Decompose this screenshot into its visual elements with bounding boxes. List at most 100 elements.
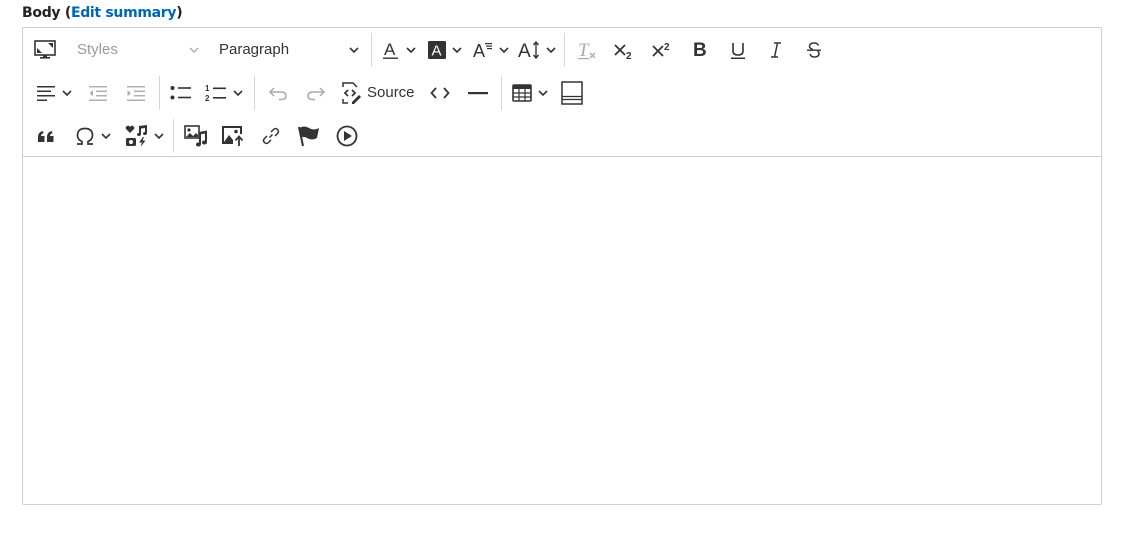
fullscreen-icon: [34, 39, 56, 60]
editor-toolbar: Styles Paragraph A A A A T 2 2 B 1 2 Sou…: [23, 28, 1101, 157]
page-break-icon: [560, 80, 583, 105]
strikethrough-icon: [805, 40, 823, 60]
svg-text:A: A: [473, 41, 485, 59]
table-button[interactable]: [506, 77, 554, 109]
redo-icon: [306, 85, 326, 101]
chevron-down-icon: [499, 46, 509, 53]
numbered-list-button[interactable]: 12: [198, 77, 250, 109]
chevron-down-icon: [101, 132, 111, 139]
font-family-icon: A: [473, 41, 493, 59]
subscript-icon: 2: [613, 40, 635, 60]
remove-format-icon: T: [577, 40, 597, 60]
fullscreen-button[interactable]: [23, 34, 67, 66]
svg-text:A: A: [384, 40, 396, 59]
svg-text:A: A: [518, 41, 531, 60]
source-label: Source: [367, 84, 415, 101]
superscript-button[interactable]: 2: [643, 34, 681, 66]
remove-format-button[interactable]: T: [569, 34, 605, 66]
toolbar-row-2: 12 Source: [23, 71, 590, 114]
undo-icon: [268, 85, 288, 101]
editor-content-area[interactable]: [23, 157, 1101, 504]
redo-button[interactable]: [297, 77, 335, 109]
svg-text:2: 2: [664, 42, 670, 53]
font-size-icon: A: [518, 40, 542, 60]
svg-text:2: 2: [205, 94, 210, 102]
field-label: Body (Edit summary): [22, 5, 183, 21]
field-label-text: Body: [22, 5, 61, 21]
omega-icon: [75, 126, 95, 146]
svg-text:2: 2: [626, 51, 632, 60]
horizontal-line-button[interactable]: [459, 77, 497, 109]
toolbar-separator: [500, 75, 502, 110]
image-upload-icon: [221, 125, 245, 147]
toolbar-row-1: Styles Paragraph A A A A T 2 2 B: [23, 28, 833, 71]
font-color-button[interactable]: A: [376, 34, 422, 66]
insert-media-button[interactable]: [178, 120, 214, 152]
svg-text:1: 1: [205, 84, 210, 93]
subscript-button[interactable]: 2: [605, 34, 643, 66]
insert-media-icon: [184, 124, 208, 147]
heading-label: Paragraph: [219, 41, 290, 58]
italic-button[interactable]: [757, 34, 795, 66]
image-upload-button[interactable]: [214, 120, 252, 152]
edit-summary-link[interactable]: Edit summary: [71, 5, 177, 21]
special-characters-button[interactable]: [67, 120, 119, 152]
indent-button[interactable]: [117, 77, 155, 109]
link-button[interactable]: [252, 120, 290, 152]
svg-text:T: T: [578, 40, 590, 60]
italic-icon: [767, 40, 785, 60]
toolbar-separator: [564, 32, 565, 67]
chevron-down-icon: [233, 89, 243, 96]
source-edit-icon: [341, 81, 363, 104]
indent-icon: [126, 85, 146, 101]
font-background-button[interactable]: A: [422, 34, 468, 66]
toolbar-separator: [371, 32, 372, 67]
chevron-down-icon: [406, 46, 416, 53]
font-size-button[interactable]: A: [514, 34, 560, 66]
strikethrough-button[interactable]: [795, 34, 833, 66]
chevron-down-icon: [452, 46, 462, 53]
svg-text:A: A: [432, 42, 442, 59]
toolbar-row-3: [23, 114, 366, 157]
bold-button[interactable]: B: [681, 34, 719, 66]
font-background-icon: A: [428, 40, 446, 59]
link-icon: [261, 126, 281, 146]
rich-text-editor: Styles Paragraph A A A A T 2 2 B 1 2 Sou…: [22, 27, 1102, 505]
chevron-down-icon: [537, 89, 548, 96]
toolbar-separator: [159, 75, 160, 110]
bulleted-list-icon: [170, 85, 192, 101]
heading-dropdown[interactable]: Paragraph: [207, 34, 367, 66]
styles-dropdown[interactable]: Styles: [67, 34, 207, 66]
font-color-icon: A: [382, 40, 400, 60]
undo-button[interactable]: [259, 77, 297, 109]
table-icon: [511, 83, 532, 102]
anchor-flag-icon: [297, 125, 321, 147]
source-button[interactable]: Source: [335, 77, 421, 109]
bold-icon: B: [691, 40, 709, 60]
toolbar-separator: [254, 75, 255, 110]
chevron-down-icon: [349, 46, 359, 53]
underline-button[interactable]: [719, 34, 757, 66]
chevron-down-icon: [189, 47, 199, 53]
blockquote-button[interactable]: [23, 120, 67, 152]
bulleted-list-button[interactable]: [164, 77, 198, 109]
underline-icon: [729, 40, 747, 60]
anchor-button[interactable]: [290, 120, 328, 152]
superscript-icon: 2: [651, 40, 673, 60]
styles-label: Styles: [77, 41, 118, 58]
page-break-button[interactable]: [554, 77, 590, 109]
outdent-button[interactable]: [79, 77, 117, 109]
media-library-button[interactable]: [119, 120, 169, 152]
horizontal-line-icon: [467, 90, 488, 96]
alignment-button[interactable]: [23, 77, 79, 109]
align-left-icon: [36, 85, 56, 101]
video-button[interactable]: [328, 120, 366, 152]
chevron-down-icon: [153, 132, 164, 139]
code-button[interactable]: [421, 77, 459, 109]
chevron-down-icon: [546, 46, 556, 53]
paren-close: ): [176, 5, 183, 21]
toolbar-separator: [173, 118, 174, 153]
font-family-button[interactable]: A: [468, 34, 514, 66]
numbered-list-icon: 12: [205, 84, 227, 102]
chevron-down-icon: [62, 89, 72, 96]
